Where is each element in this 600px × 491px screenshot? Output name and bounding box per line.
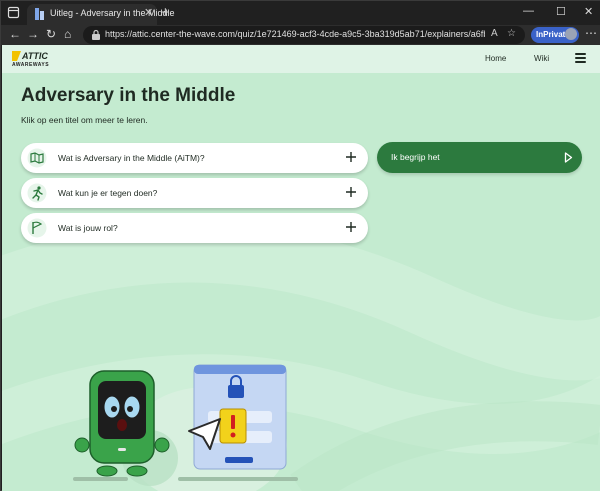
- back-icon[interactable]: ←: [9, 27, 21, 42]
- tab-strip: Uitleg - Adversary in the Middle ✕ + — ☐…: [1, 1, 600, 25]
- home-icon[interactable]: ⌂: [64, 27, 71, 42]
- svg-text:ATTIC: ATTIC: [21, 51, 48, 61]
- browser-window: Uitleg - Adversary in the Middle ✕ + — ☐…: [0, 0, 600, 491]
- map-icon: [27, 148, 47, 168]
- forward-icon[interactable]: →: [27, 27, 39, 42]
- profile-avatar-icon: [565, 28, 577, 40]
- address-bar[interactable]: https://attic.center-the-wave.com/quiz/1…: [83, 26, 525, 44]
- accordion-label: Wat is jouw rol?: [58, 223, 118, 233]
- minimize-icon[interactable]: —: [523, 5, 534, 17]
- understand-button[interactable]: Ik begrijp het: [377, 142, 582, 173]
- tab-title: Uitleg - Adversary in the Middle: [50, 8, 175, 18]
- understand-button-label: Ik begrijp het: [391, 152, 440, 162]
- play-arrow-icon: [564, 152, 573, 163]
- page-subtitle: Klik op een titel om meer te leren.: [21, 115, 148, 125]
- accordion-item-what-is-aitm[interactable]: Wat is Adversary in the Middle (AiTM)?: [21, 143, 368, 173]
- tab-active[interactable]: Uitleg - Adversary in the Middle ✕: [27, 4, 175, 25]
- accordion-label: Wat is Adversary in the Middle (AiTM)?: [58, 153, 205, 163]
- read-aloud-icon[interactable]: A: [491, 28, 498, 39]
- site-header: ATTIC AWAREWAYS Home Wiki: [2, 45, 600, 73]
- expand-plus-icon[interactable]: [345, 186, 357, 198]
- lock-icon[interactable]: [91, 29, 101, 41]
- web-page: ATTIC AWAREWAYS Home Wiki Adversary in t…: [2, 45, 600, 491]
- page-title: Adversary in the Middle: [21, 85, 236, 106]
- running-person-icon: [27, 183, 47, 203]
- refresh-icon[interactable]: ↻: [46, 27, 56, 42]
- nav-link-wiki[interactable]: Wiki: [534, 54, 549, 63]
- flag-icon: [27, 218, 47, 238]
- tab-close-icon[interactable]: ✕: [144, 6, 153, 19]
- address-toolbar: ← → ↻ ⌂ https://attic.center-the-wave.co…: [1, 25, 600, 45]
- favorite-star-icon[interactable]: ☆: [507, 28, 516, 39]
- accordion-item-your-role[interactable]: Wat is jouw rol?: [21, 213, 368, 243]
- menu-hamburger-icon[interactable]: [575, 53, 586, 63]
- attic-favicon-icon: [35, 8, 44, 20]
- url-text[interactable]: https://attic.center-the-wave.com/quiz/1…: [105, 29, 485, 39]
- inprivate-badge[interactable]: InPrivate: [531, 27, 579, 43]
- nav-link-home[interactable]: Home: [485, 54, 506, 63]
- expand-plus-icon[interactable]: [345, 151, 357, 163]
- expand-plus-icon[interactable]: [345, 221, 357, 233]
- logo-subtitle: AWAREWAYS: [12, 62, 50, 68]
- more-options-icon[interactable]: ⋯: [585, 26, 597, 40]
- close-window-icon[interactable]: ✕: [584, 5, 593, 18]
- new-tab-icon[interactable]: +: [161, 4, 170, 21]
- accordion-item-countermeasures[interactable]: Wat kun je er tegen doen?: [21, 178, 368, 208]
- phone-mascot-illustration: [73, 364, 298, 491]
- tab-actions-icon[interactable]: [7, 6, 20, 19]
- maximize-icon[interactable]: ☐: [556, 5, 566, 18]
- accordion-label: Wat kun je er tegen doen?: [58, 188, 158, 198]
